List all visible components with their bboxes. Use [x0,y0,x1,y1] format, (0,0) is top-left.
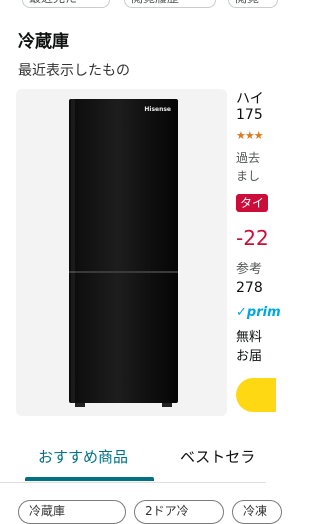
rating-stars-icon[interactable]: ★★★ [236,129,264,142]
shipping-text-1: 無料 [236,330,263,345]
add-to-cart-button[interactable] [236,378,276,412]
reference-price: 278 [236,280,263,296]
sales-text-1: 過去 [236,151,261,165]
section-title: 冷蔵庫 [18,32,69,52]
reference-label: 参考 [236,262,263,277]
bottom-chip-2[interactable]: 2ドア冷 [134,500,224,524]
top-chip-more[interactable]: 閲覧 [228,0,278,8]
product-title[interactable]: ハイ [236,88,264,108]
bottom-filter-chips: 冷蔵庫 2ドア冷 冷凍 [0,500,282,524]
tab-recommended[interactable]: おすすめ商品 [38,446,128,467]
product-capacity: 175 [236,107,263,123]
bottom-chip-3[interactable]: 冷凍 [232,500,282,524]
top-chip-recent[interactable]: 最近見た [22,0,110,8]
refrigerator-image: Hisense [69,99,178,407]
fridge-upper-door [69,99,178,273]
product-image[interactable]: Hisense [16,89,227,416]
fridge-brand-logo: Hisense [144,106,171,113]
fridge-foot-right [162,403,172,407]
active-tab-indicator [25,477,154,481]
deal-badge: タイ [236,194,269,212]
bottom-chip-1[interactable]: 冷蔵庫 [18,500,126,524]
fridge-highlight [71,99,75,403]
fridge-foot-left [75,403,85,407]
top-filter-chips: 最近見た 閲覧履歴 閲覧 [0,0,278,10]
sales-text-2: まし [236,169,261,183]
recommendation-tabs: おすすめ商品 ベストセラ [0,430,266,483]
shipping-text-2: お届 [236,349,263,364]
tab-bestseller[interactable]: ベストセラ [180,446,255,467]
prime-icon: ✓prim [236,305,281,320]
top-chip-history[interactable]: 閲覧履歴 [124,0,216,8]
section-subtitle: 最近表示したもの [18,63,130,79]
discount-percent: -22 [236,226,269,250]
